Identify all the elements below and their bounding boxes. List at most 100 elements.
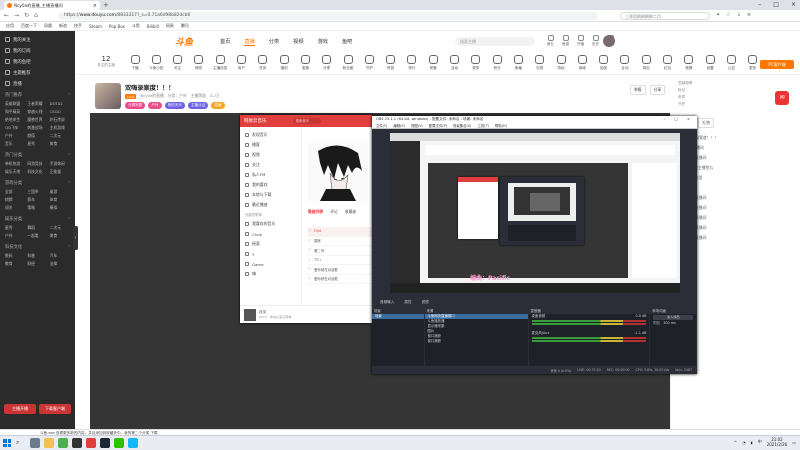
bookmark-item[interactable]: Pop Box xyxy=(109,24,125,29)
douyu-logo[interactable]: 斗鱼 xyxy=(175,35,193,48)
back-icon[interactable]: ← xyxy=(4,12,9,19)
sidebar-category-link[interactable]: 科普 xyxy=(27,253,47,259)
start-stream-button[interactable]: 主播开播 xyxy=(4,404,36,414)
clock[interactable]: 21:02 2021/2/26 xyxy=(767,437,788,447)
music-tab[interactable]: 歌曲列表 xyxy=(308,209,323,215)
sidebar-category-link[interactable]: 王者荣耀 xyxy=(27,101,47,107)
sidebar-item[interactable]: 直播 xyxy=(0,78,75,89)
report-button[interactable]: 举报 xyxy=(630,85,646,95)
playlist-item[interactable]: 摇滚 xyxy=(240,239,301,249)
room-badge[interactable]: 户外 xyxy=(148,102,162,109)
bookmark-item[interactable]: 快手 xyxy=(74,23,82,29)
music-menu-item[interactable]: 最近播放 xyxy=(240,200,301,210)
bookmark-item[interactable]: Bilibili xyxy=(147,24,159,29)
chat-tab[interactable]: 礼物 xyxy=(698,118,714,128)
sidebar-category-link[interactable]: 穿越火线 xyxy=(27,109,47,115)
sidebar-category-link[interactable]: 手游休闲 xyxy=(50,161,70,167)
heart-icon[interactable]: ♡ xyxy=(308,258,311,262)
sidebar-category-link[interactable]: 教育 xyxy=(5,261,25,267)
sidebar-category-link[interactable]: DOTA2 xyxy=(50,101,70,107)
sidebar-category-link[interactable]: 汽车 xyxy=(50,253,70,259)
tray-arrow-icon[interactable]: ^ xyxy=(734,440,737,445)
sidebar-category-link[interactable]: 星秀 xyxy=(27,141,47,147)
taskbar-search-icon[interactable]: ⌕ xyxy=(16,439,22,446)
nav-tab[interactable]: 直播 xyxy=(244,38,255,46)
close-window-icon[interactable]: × xyxy=(791,1,796,8)
heart-icon[interactable]: ♡ xyxy=(308,229,311,233)
user-icon-item[interactable]: 鱼翅 xyxy=(562,35,569,47)
obs-preview[interactable]: 编曲：Pacific xyxy=(390,133,680,293)
site-search-input[interactable]: 搜索主播 xyxy=(455,37,535,46)
sidebar-item[interactable]: 我的关注 xyxy=(0,34,75,45)
sidebar-category-link[interactable]: 炉石传说 xyxy=(50,117,70,123)
user-icon-item[interactable]: 开播 xyxy=(577,35,584,47)
sidebar-category-link[interactable]: 魔兽世界 xyxy=(27,117,47,123)
music-menu-item[interactable]: 私人FM xyxy=(240,170,301,180)
sidebar-category-link[interactable]: 模拟 xyxy=(50,205,70,211)
sidebar-category-link[interactable]: 户外 xyxy=(5,133,25,139)
music-menu-item[interactable]: 发现音乐 xyxy=(240,130,301,140)
heart-icon[interactable]: ♡ xyxy=(308,248,311,252)
pc-client-button[interactable]: PC客户端 xyxy=(760,60,794,69)
extension-icon[interactable]: ✦ xyxy=(716,12,720,18)
netease-music-app-icon[interactable] xyxy=(86,438,96,448)
room-badge[interactable]: 夜的天乐 xyxy=(164,102,185,109)
reload-icon[interactable]: ↻ xyxy=(24,12,29,19)
sidebar-category-link[interactable]: 数码 xyxy=(5,253,25,259)
forward-icon[interactable]: → xyxy=(14,12,19,19)
bookmark-item[interactable]: 腾讯 xyxy=(181,23,189,29)
sidebar-category-link[interactable]: CSGO xyxy=(50,109,70,115)
nav-tab[interactable]: 首页 xyxy=(220,38,230,46)
heart-icon[interactable]: ♡ xyxy=(308,277,311,281)
sidebar-category-link[interactable]: 绝地求生 xyxy=(5,117,25,123)
user-icon-item[interactable]: 鱼丸 xyxy=(547,35,554,47)
sidebar-category-link[interactable]: 闯关 xyxy=(5,205,25,211)
new-tab-button[interactable]: + xyxy=(103,1,109,9)
room-badge[interactable]: 高速 xyxy=(211,102,225,109)
obs-menu-item[interactable]: 帮助(H) xyxy=(495,123,507,128)
start-icon[interactable] xyxy=(3,439,11,447)
sidebar-category-link[interactable]: 桌游 xyxy=(50,189,70,195)
source-item[interactable]: 窗口捕获 xyxy=(425,339,528,344)
sidebar-category-link[interactable]: 娱乐天地 xyxy=(5,169,25,175)
song-row[interactable]: ♡ 猫咪 xyxy=(308,237,372,246)
obs-menu-item[interactable]: 文件(F) xyxy=(376,123,387,128)
song-row[interactable]: ♡ TT!! xyxy=(308,256,372,265)
follow-count[interactable]: 12 关注的主播 xyxy=(95,55,117,68)
sidebar-category-link[interactable]: 星秀 xyxy=(5,225,25,231)
sidebar-category-link[interactable]: 和平精英 xyxy=(5,109,25,115)
user-avatar[interactable] xyxy=(603,35,615,47)
sidebar-category-link[interactable]: 体育 xyxy=(50,197,70,203)
sidebar-category-link[interactable]: 法律 xyxy=(50,261,70,267)
sidebar-category-link[interactable]: 舞蹈 xyxy=(27,225,47,231)
close-tab-icon[interactable]: × xyxy=(93,3,97,9)
red-packet-icon[interactable]: ✉ xyxy=(775,91,789,105)
bookmark-item[interactable]: Steam xyxy=(89,24,102,29)
bookmark-item[interactable]: 百度一下 xyxy=(21,23,37,29)
wechat-icon[interactable] xyxy=(114,438,124,448)
sidebar-item[interactable]: 我的鱼吧 xyxy=(0,56,75,67)
obs-menu-item[interactable]: 视图(V) xyxy=(411,123,423,128)
ime-indicator[interactable]: 中 xyxy=(758,439,762,445)
obs-toolbar-button[interactable]: 滤镜 xyxy=(422,300,429,305)
heart-icon[interactable]: ♡ xyxy=(308,239,311,243)
scene-item[interactable]: 场景 xyxy=(372,314,424,319)
url-bar[interactable]: https://www.douyu.com/8833317?_s=0.71a6d… xyxy=(58,12,598,20)
obs-menu-item[interactable]: 工具(T) xyxy=(477,123,489,128)
volume-icon[interactable]: ◖ xyxy=(751,440,753,445)
bookmark-item[interactable]: 新浪 xyxy=(59,23,67,29)
playlist-item[interactable]: 我喜欢的音乐 xyxy=(240,219,301,229)
sidebar-item[interactable]: 我的订阅 xyxy=(0,45,75,56)
qq-icon[interactable] xyxy=(128,438,138,448)
music-menu-item[interactable]: 关注 xyxy=(240,160,301,170)
network-icon[interactable]: ◔ xyxy=(742,440,746,445)
room-category[interactable]: 分类：户外 xyxy=(168,93,187,99)
music-menu-item[interactable]: 本地与下载 xyxy=(240,190,301,200)
sidebar-category-link[interactable]: 一起看 xyxy=(27,233,47,239)
room-badge[interactable]: 主播认证 xyxy=(187,102,209,109)
sidebar-category-link[interactable]: 科技文化 xyxy=(27,169,47,175)
sidebar-category-link[interactable]: 正能量 xyxy=(50,169,70,175)
bookmark-star-icon[interactable]: ☆ xyxy=(726,12,730,18)
sidebar-category-link[interactable]: 二次元 xyxy=(50,133,70,139)
sidebar-category-link[interactable]: 音乐 xyxy=(5,141,25,147)
